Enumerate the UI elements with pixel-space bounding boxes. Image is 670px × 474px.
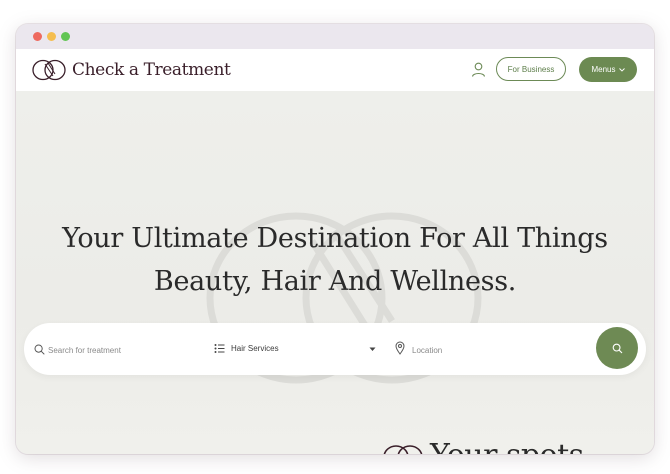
menus-button-label: Menus (591, 65, 616, 74)
chevron-down-icon (369, 347, 376, 351)
minimize-window-button[interactable] (47, 32, 56, 41)
treatment-search-bar: Hair Services (24, 323, 646, 375)
search-submit-button[interactable] (596, 327, 638, 369)
maximize-window-button[interactable] (61, 32, 70, 41)
browser-window: Check a Treatment For Business Menus You… (16, 24, 654, 454)
treatment-search-input[interactable] (46, 340, 200, 360)
hero-headline-line-1: Your Ultimate Destination For All Things (62, 223, 608, 254)
search-icon (612, 343, 622, 353)
chevron-down-icon (618, 67, 625, 72)
search-icon (34, 344, 45, 355)
next-section-heading: Your spots (430, 440, 584, 454)
hero-section: Your Ultimate Destination For All Things… (16, 91, 654, 454)
brand-name[interactable]: Check a Treatment (72, 60, 231, 80)
for-business-button[interactable]: For Business (496, 57, 566, 81)
close-window-button[interactable] (33, 32, 42, 41)
user-icon[interactable] (470, 61, 487, 78)
menus-button[interactable]: Menus (579, 57, 637, 82)
hero-headline-line-2: Beauty, Hair And Wellness. (153, 266, 517, 297)
next-section-peek: Your spots (382, 440, 654, 454)
site-header: Check a Treatment For Business Menus (16, 49, 654, 91)
location-pin-icon (395, 341, 405, 355)
brand-logo-icon (383, 445, 423, 454)
brand-logo-icon[interactable] (31, 59, 67, 81)
service-category-select[interactable]: Hair Services (229, 340, 379, 358)
location-input[interactable] (410, 340, 594, 360)
list-icon (214, 344, 225, 353)
service-category-value: Hair Services (231, 344, 279, 353)
hero-headline: Your Ultimate Destination For All Things… (16, 217, 654, 303)
window-titlebar (16, 24, 654, 49)
